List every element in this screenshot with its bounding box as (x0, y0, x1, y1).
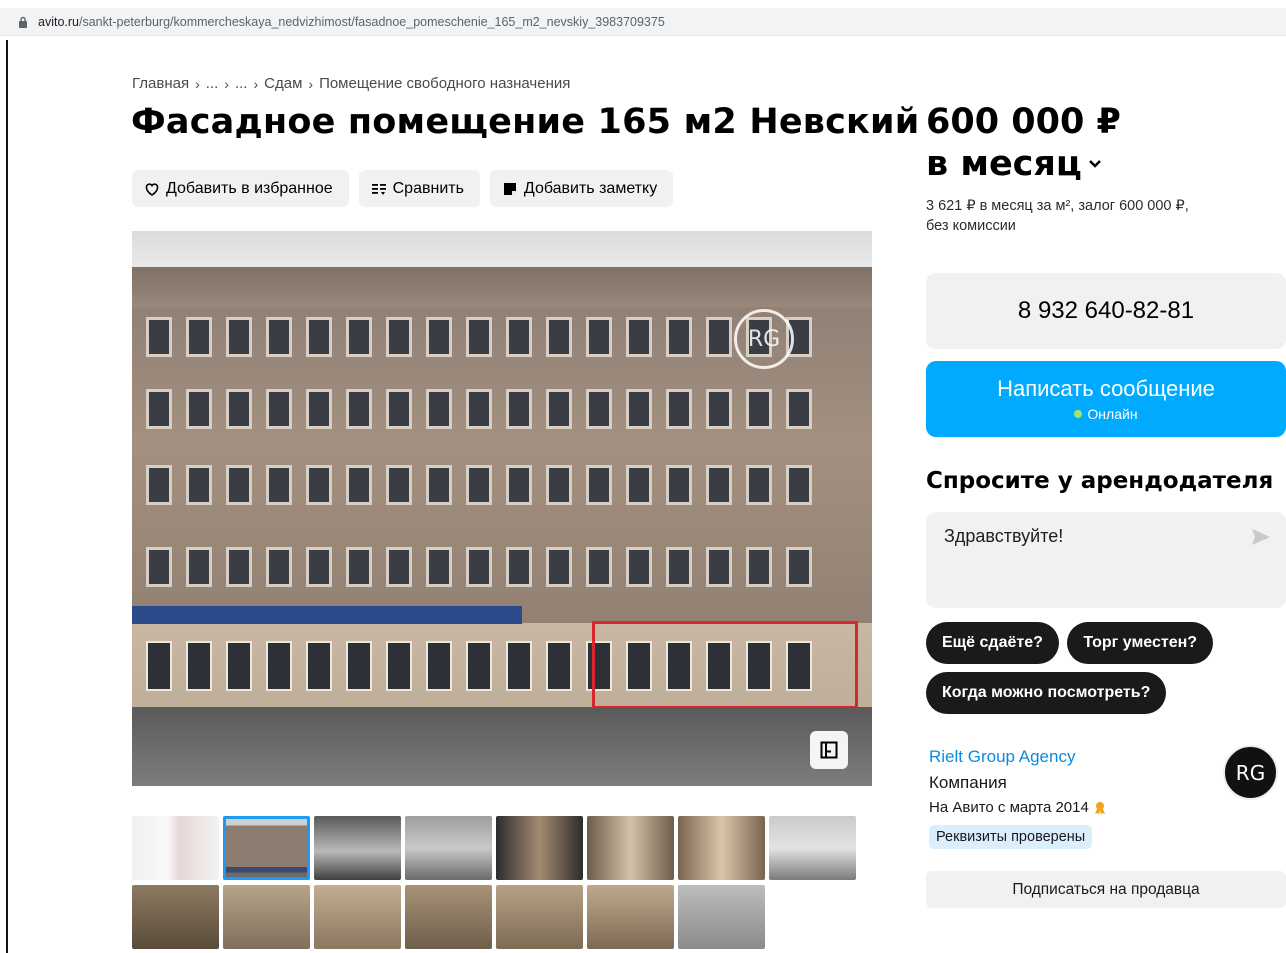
floor-plan-button[interactable] (810, 731, 848, 769)
price-amount: 600 000 ₽ (926, 102, 1121, 142)
subscribe-seller-button[interactable]: Подписаться на продавца (926, 871, 1286, 908)
photo-sky (132, 231, 872, 267)
thumbnail-photo[interactable] (587, 885, 674, 949)
window-row (146, 465, 812, 505)
price-details-line: без комиссии (926, 218, 1016, 234)
address-bar[interactable]: avito.ru/sankt-peterburg/kommercheskaya_… (0, 8, 1286, 36)
watermark-logo: RG (734, 309, 794, 369)
phone-number: 8 932 640-82-81 (1017, 297, 1195, 324)
note-icon (503, 182, 516, 195)
floor-plan-icon (820, 741, 838, 759)
breadcrumb: Главная › ... › ... › Сдам › Помещение с… (132, 75, 570, 92)
highlight-frame (592, 621, 858, 709)
quick-replies: Ещё сдаёте? Торг уместен? Когда можно по… (926, 622, 1286, 722)
thumbnail-photo[interactable] (405, 885, 492, 949)
photo-road (132, 707, 872, 786)
thumbnail-photo[interactable] (678, 816, 765, 880)
listing-actions: Добавить в избранное Сравнить Добавить з… (132, 170, 674, 207)
thumbnail-photo[interactable] (405, 816, 492, 880)
breadcrumb-item[interactable]: ... (235, 75, 248, 92)
lock-icon (19, 16, 27, 28)
thumbnail-photo[interactable] (314, 816, 401, 880)
write-message-button[interactable]: Написать сообщение Онлайн (926, 361, 1286, 437)
seller-since: На Авито с марта 2014 (929, 799, 1107, 816)
thumbnail-photo[interactable] (223, 885, 310, 949)
thumbnail-floorplan[interactable] (132, 816, 219, 880)
show-phone-button[interactable]: 8 932 640-82-81 (926, 273, 1286, 349)
chevron-right-icon: › (253, 75, 259, 92)
seller-since-label: На Авито с марта 2014 (929, 799, 1089, 816)
thumbnail-photo[interactable] (314, 885, 401, 949)
ask-message-value: Здравствуйте! (944, 526, 1064, 546)
thumbnail-photo[interactable] (496, 885, 583, 949)
breadcrumb-home[interactable]: Главная (132, 75, 189, 92)
quick-reply-still-renting[interactable]: Ещё сдаёте? (926, 622, 1059, 664)
add-note-button[interactable]: Добавить заметку (489, 170, 674, 207)
window-row (146, 389, 812, 429)
quick-reply-when-view[interactable]: Когда можно посмотреть? (926, 672, 1167, 714)
compare-icon (371, 183, 386, 195)
compare-button[interactable]: Сравнить (358, 170, 480, 207)
online-status: Онлайн (1074, 406, 1138, 422)
window-row (146, 317, 812, 357)
add-note-label: Добавить заметку (523, 179, 658, 197)
photo-shop-banner (132, 606, 522, 624)
send-icon[interactable] (1250, 526, 1272, 548)
window-edge (6, 40, 8, 953)
seller-avatar[interactable]: RG (1223, 745, 1278, 800)
photo-roof (132, 267, 872, 307)
window-row (146, 547, 812, 587)
compare-label: Сравнить (392, 179, 464, 197)
verified-badge: Реквизиты проверены (929, 825, 1093, 849)
heart-icon (145, 182, 159, 196)
page-title: Фасадное помещение 165 м2 Невский (131, 102, 920, 142)
chevron-right-icon: › (308, 75, 314, 92)
price-block: 600 000 ₽ в месяц (926, 101, 1121, 185)
ask-title: Спросите у арендодателя (926, 468, 1274, 494)
add-favorite-label: Добавить в избранное (166, 179, 333, 197)
quick-reply-bargain[interactable]: Торг уместен? (1067, 622, 1214, 664)
thumbnail-photo[interactable] (678, 885, 765, 949)
price-period: в месяц (926, 144, 1082, 184)
thumbnail-photo[interactable] (769, 816, 856, 880)
main-photo[interactable]: RG (132, 231, 872, 786)
chevron-down-icon (1088, 160, 1101, 168)
chevron-right-icon: › (195, 75, 200, 92)
thumbnail-photo[interactable] (496, 816, 583, 880)
online-status-label: Онлайн (1087, 406, 1138, 422)
chevron-right-icon: › (224, 75, 229, 92)
price-details-line: 3 621 ₽ в месяц за м², залог 600 000 ₽, (926, 198, 1189, 214)
breadcrumb-category[interactable]: Помещение свободного назначения (319, 75, 570, 92)
ask-message-input[interactable]: Здравствуйте! (926, 512, 1286, 608)
add-favorite-button[interactable]: Добавить в избранное (132, 170, 349, 207)
breadcrumb-rent[interactable]: Сдам (264, 75, 302, 92)
thumbnail-facade[interactable] (223, 816, 310, 880)
medal-icon (1094, 801, 1105, 815)
url-host: avito.ru (38, 14, 79, 29)
price-period-toggle[interactable]: в месяц (926, 143, 1121, 185)
thumbnail-photo[interactable] (132, 885, 219, 949)
online-dot-icon (1074, 410, 1083, 418)
url-path: /sankt-peterburg/kommercheskaya_nedvizhi… (79, 14, 665, 29)
thumbnail-photo[interactable] (587, 816, 674, 880)
seller-type: Компания (929, 773, 1007, 792)
price-details: 3 621 ₽ в месяц за м², залог 600 000 ₽, … (926, 196, 1256, 236)
photo-thumbnails (132, 816, 872, 953)
seller-name-link[interactable]: Rielt Group Agency (929, 747, 1075, 767)
write-message-label: Написать сообщение (997, 376, 1215, 401)
breadcrumb-item[interactable]: ... (206, 75, 219, 92)
